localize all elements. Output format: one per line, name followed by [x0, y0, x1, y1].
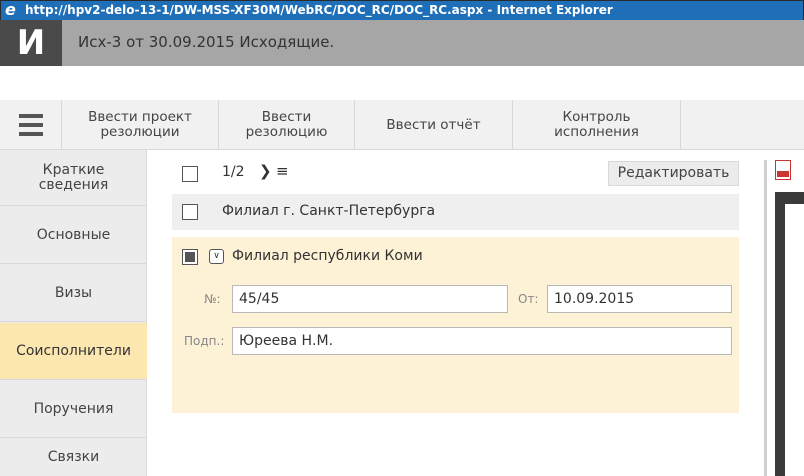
- number-field[interactable]: [232, 285, 508, 313]
- list-item-label: Филиал республики Коми: [232, 248, 423, 264]
- date-label: От:: [518, 292, 539, 306]
- preview-pane: [775, 160, 804, 476]
- nav-item-assignments[interactable]: Поручения: [0, 381, 147, 438]
- document-title: Исх-3 от 30.09.2015 Исходящие.: [78, 33, 335, 51]
- signer-label: Подп.:: [184, 334, 225, 348]
- nav-item-brief-info[interactable]: Краткие сведения: [0, 150, 147, 206]
- app-header: И Исх-3 от 30.09.2015 Исходящие.: [0, 20, 804, 66]
- toolbar: Ввести проект резолюции Ввести резолюцию…: [0, 100, 804, 150]
- list-item-label: Филиал г. Санкт-Петербурга: [222, 203, 436, 219]
- select-all-checkbox[interactable]: [182, 166, 198, 182]
- list-icon[interactable]: ≡: [276, 162, 289, 180]
- list-item[interactable]: Филиал г. Санкт-Петербурга: [172, 194, 739, 230]
- chevron-right-icon[interactable]: ❯: [259, 162, 272, 180]
- chevron-down-icon[interactable]: ∨: [209, 249, 224, 264]
- pdf-icon[interactable]: [775, 160, 791, 180]
- preview-frame: [775, 192, 804, 476]
- app-logo: И: [0, 20, 62, 66]
- enter-report-button[interactable]: Ввести отчёт: [355, 100, 513, 150]
- window-title: http://hpv2-delo-13-1/DW-MSS-XF30M/WebRC…: [25, 3, 613, 17]
- pane-splitter[interactable]: [764, 160, 767, 476]
- pager: 1/2: [222, 164, 245, 180]
- row-checkbox[interactable]: [182, 204, 198, 220]
- nav-item-visas[interactable]: Визы: [0, 265, 147, 322]
- row-checkbox-checked[interactable]: [182, 249, 198, 265]
- nav-item-main[interactable]: Основные: [0, 207, 147, 264]
- enter-resolution-draft-button[interactable]: Ввести проект резолюции: [62, 100, 219, 150]
- nav-item-links[interactable]: Связки: [0, 439, 147, 476]
- hamburger-menu-icon[interactable]: [0, 100, 62, 150]
- number-label: №:: [204, 292, 221, 306]
- execution-control-button[interactable]: Контроль исполнения: [513, 100, 681, 150]
- edit-button[interactable]: Редактировать: [608, 161, 739, 186]
- left-navigation: Краткие сведения Основные Визы Соисполни…: [0, 150, 147, 476]
- signer-field[interactable]: [232, 327, 732, 355]
- enter-resolution-button[interactable]: Ввести резолюцию: [219, 100, 355, 150]
- nav-item-co-executors[interactable]: Соисполнители: [0, 323, 147, 380]
- main-panel: 1/2 ❯ ≡ Редактировать Филиал г. Санкт-Пе…: [148, 150, 758, 476]
- date-field[interactable]: [547, 285, 732, 313]
- internet-explorer-icon: e: [5, 0, 16, 19]
- list-header: 1/2 ❯ ≡ Редактировать: [172, 158, 739, 186]
- selected-list-item: ∨ Филиал республики Коми №: От: Подп.:: [172, 237, 739, 413]
